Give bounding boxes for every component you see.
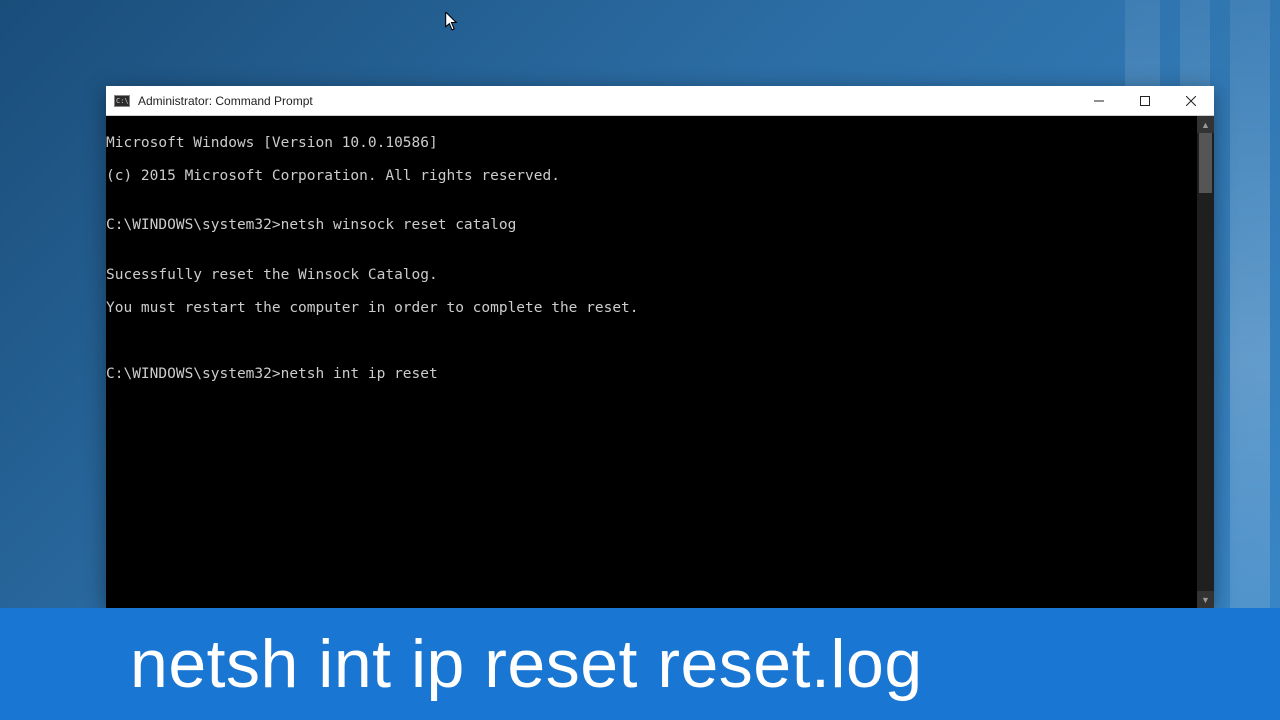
caption-overlay: netsh int ip reset reset.log: [0, 608, 1280, 720]
mouse-cursor-icon: [445, 12, 459, 32]
terminal-line: C:\WINDOWS\system32>netsh int ip reset: [106, 366, 1197, 383]
minimize-button[interactable]: [1076, 86, 1122, 115]
cmd-icon: C:\: [114, 95, 130, 107]
terminal-scrollbar[interactable]: ▲ ▼: [1197, 116, 1214, 608]
window-title: Administrator: Command Prompt: [138, 94, 1076, 108]
maximize-button[interactable]: [1122, 86, 1168, 115]
window-titlebar[interactable]: C:\ Administrator: Command Prompt: [106, 86, 1214, 116]
close-button[interactable]: [1168, 86, 1214, 115]
caption-text: netsh int ip reset reset.log: [130, 625, 923, 703]
terminal-line: C:\WINDOWS\system32>netsh winsock reset …: [106, 217, 1197, 234]
command-prompt-window: C:\ Administrator: Command Prompt Micros…: [106, 86, 1214, 608]
scroll-down-button[interactable]: ▼: [1197, 591, 1214, 608]
terminal-line: Microsoft Windows [Version 10.0.10586]: [106, 135, 1197, 152]
terminal-line: You must restart the computer in order t…: [106, 300, 1197, 317]
scroll-track[interactable]: [1197, 133, 1214, 591]
window-controls: [1076, 86, 1214, 115]
scroll-thumb[interactable]: [1199, 133, 1212, 193]
scroll-up-button[interactable]: ▲: [1197, 116, 1214, 133]
terminal-line: Sucessfully reset the Winsock Catalog.: [106, 267, 1197, 284]
terminal-line: (c) 2015 Microsoft Corporation. All righ…: [106, 168, 1197, 185]
terminal-output[interactable]: Microsoft Windows [Version 10.0.10586] (…: [106, 116, 1197, 608]
